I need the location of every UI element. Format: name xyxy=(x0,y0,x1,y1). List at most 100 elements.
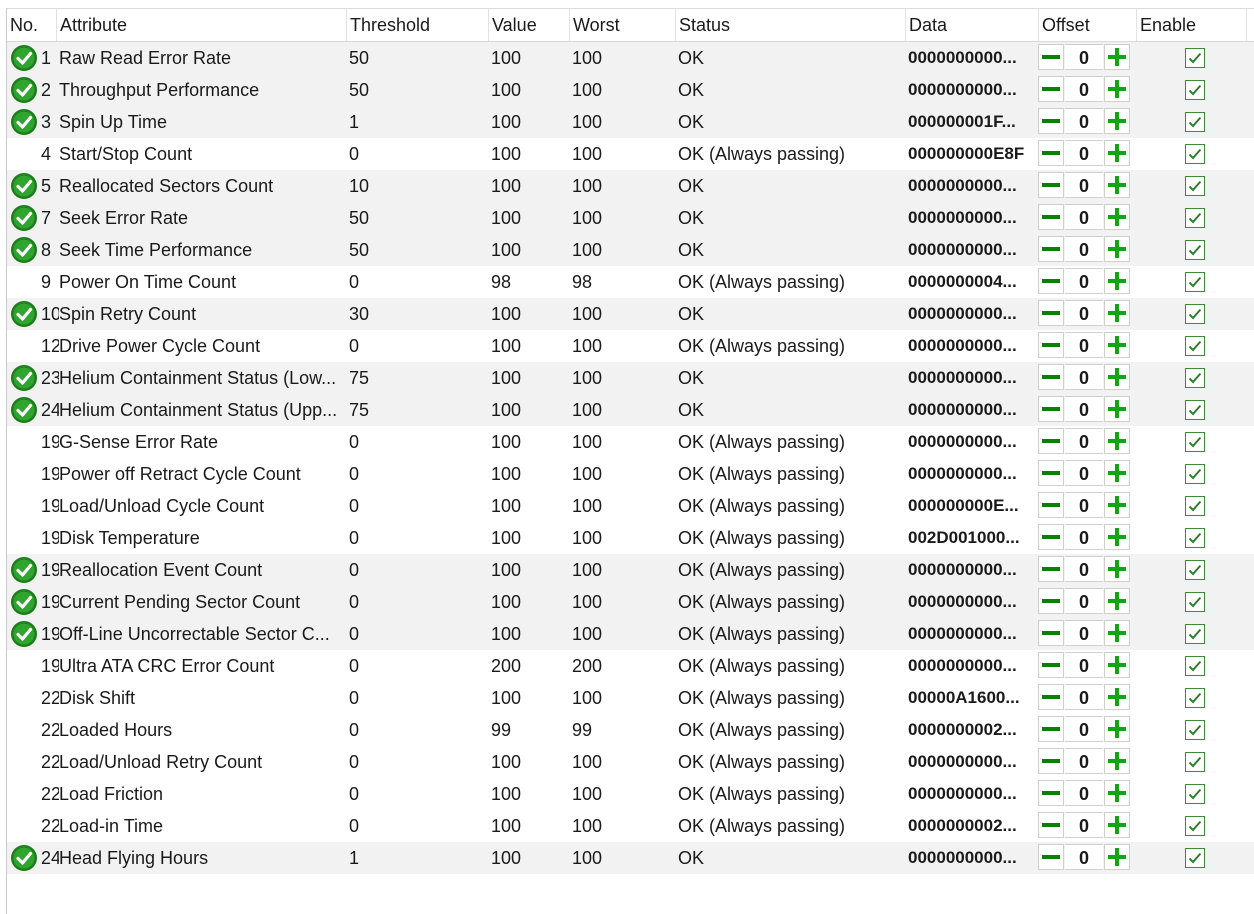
plus-icon[interactable] xyxy=(1104,812,1130,838)
plus-icon[interactable] xyxy=(1104,268,1130,294)
column-header-data[interactable]: Data xyxy=(906,9,1039,41)
column-header-status[interactable]: Status xyxy=(676,9,906,41)
minus-icon[interactable] xyxy=(1038,236,1064,262)
table-row[interactable]: 19 Off-Line Uncorrectable Sector C... 0 … xyxy=(7,618,1254,650)
table-row[interactable]: 19 G-Sense Error Rate 0 100 100 OK (Alwa… xyxy=(7,426,1254,458)
offset-value[interactable]: 0 xyxy=(1065,492,1103,518)
minus-icon[interactable] xyxy=(1038,812,1064,838)
checkbox-checked-icon[interactable] xyxy=(1185,720,1205,740)
plus-icon[interactable] xyxy=(1104,236,1130,262)
checkbox-checked-icon[interactable] xyxy=(1185,48,1205,68)
checkbox-checked-icon[interactable] xyxy=(1185,816,1205,836)
table-row[interactable]: 22 Load-in Time 0 100 100 OK (Always pas… xyxy=(7,810,1254,842)
minus-icon[interactable] xyxy=(1038,492,1064,518)
plus-icon[interactable] xyxy=(1104,492,1130,518)
offset-value[interactable]: 0 xyxy=(1065,44,1103,70)
table-row[interactable]: 19 Disk Temperature 0 100 100 OK (Always… xyxy=(7,522,1254,554)
plus-icon[interactable] xyxy=(1104,588,1130,614)
column-header-threshold[interactable]: Threshold xyxy=(347,9,489,41)
enable-checkbox[interactable] xyxy=(1183,394,1209,426)
minus-icon[interactable] xyxy=(1038,524,1064,550)
plus-icon[interactable] xyxy=(1104,76,1130,102)
minus-icon[interactable] xyxy=(1038,172,1064,198)
table-row[interactable]: 7 Seek Error Rate 50 100 100 OK 00000000… xyxy=(7,202,1254,234)
table-row[interactable]: 9 Power On Time Count 0 98 98 OK (Always… xyxy=(7,266,1254,298)
checkbox-checked-icon[interactable] xyxy=(1185,496,1205,516)
offset-value[interactable]: 0 xyxy=(1065,844,1103,870)
plus-icon[interactable] xyxy=(1104,428,1130,454)
offset-value[interactable]: 0 xyxy=(1065,76,1103,102)
minus-icon[interactable] xyxy=(1038,684,1064,710)
checkbox-checked-icon[interactable] xyxy=(1185,752,1205,772)
minus-icon[interactable] xyxy=(1038,268,1064,294)
offset-value[interactable]: 0 xyxy=(1065,140,1103,166)
plus-icon[interactable] xyxy=(1104,204,1130,230)
plus-icon[interactable] xyxy=(1104,780,1130,806)
plus-icon[interactable] xyxy=(1104,652,1130,678)
minus-icon[interactable] xyxy=(1038,204,1064,230)
minus-icon[interactable] xyxy=(1038,300,1064,326)
checkbox-checked-icon[interactable] xyxy=(1185,528,1205,548)
checkbox-checked-icon[interactable] xyxy=(1185,176,1205,196)
offset-value[interactable]: 0 xyxy=(1065,748,1103,774)
minus-icon[interactable] xyxy=(1038,332,1064,358)
checkbox-checked-icon[interactable] xyxy=(1185,336,1205,356)
plus-icon[interactable] xyxy=(1104,396,1130,422)
enable-checkbox[interactable] xyxy=(1183,74,1209,106)
offset-value[interactable]: 0 xyxy=(1065,268,1103,294)
checkbox-checked-icon[interactable] xyxy=(1185,688,1205,708)
plus-icon[interactable] xyxy=(1104,172,1130,198)
table-row[interactable]: 19 Reallocation Event Count 0 100 100 OK… xyxy=(7,554,1254,586)
offset-value[interactable]: 0 xyxy=(1065,236,1103,262)
offset-value[interactable]: 0 xyxy=(1065,652,1103,678)
column-header-value[interactable]: Value xyxy=(489,9,570,41)
offset-value[interactable]: 0 xyxy=(1065,588,1103,614)
minus-icon[interactable] xyxy=(1038,652,1064,678)
checkbox-checked-icon[interactable] xyxy=(1185,784,1205,804)
plus-icon[interactable] xyxy=(1104,332,1130,358)
table-row[interactable]: 12 Drive Power Cycle Count 0 100 100 OK … xyxy=(7,330,1254,362)
offset-value[interactable]: 0 xyxy=(1065,428,1103,454)
plus-icon[interactable] xyxy=(1104,620,1130,646)
column-header-no[interactable]: No. xyxy=(7,9,57,41)
minus-icon[interactable] xyxy=(1038,44,1064,70)
offset-value[interactable]: 0 xyxy=(1065,300,1103,326)
plus-icon[interactable] xyxy=(1104,300,1130,326)
checkbox-checked-icon[interactable] xyxy=(1185,240,1205,260)
plus-icon[interactable] xyxy=(1104,524,1130,550)
enable-checkbox[interactable] xyxy=(1183,554,1209,586)
enable-checkbox[interactable] xyxy=(1183,362,1209,394)
enable-checkbox[interactable] xyxy=(1183,778,1209,810)
enable-checkbox[interactable] xyxy=(1183,714,1209,746)
table-row[interactable]: 5 Reallocated Sectors Count 10 100 100 O… xyxy=(7,170,1254,202)
plus-icon[interactable] xyxy=(1104,684,1130,710)
table-row[interactable]: 8 Seek Time Performance 50 100 100 OK 00… xyxy=(7,234,1254,266)
enable-checkbox[interactable] xyxy=(1183,106,1209,138)
minus-icon[interactable] xyxy=(1038,108,1064,134)
checkbox-checked-icon[interactable] xyxy=(1185,624,1205,644)
offset-value[interactable]: 0 xyxy=(1065,556,1103,582)
checkbox-checked-icon[interactable] xyxy=(1185,656,1205,676)
enable-checkbox[interactable] xyxy=(1183,586,1209,618)
table-row[interactable]: 19 Current Pending Sector Count 0 100 10… xyxy=(7,586,1254,618)
table-row[interactable]: 2 Throughput Performance 50 100 100 OK 0… xyxy=(7,74,1254,106)
offset-value[interactable]: 0 xyxy=(1065,812,1103,838)
table-row[interactable]: 1 Raw Read Error Rate 50 100 100 OK 0000… xyxy=(7,42,1254,74)
checkbox-checked-icon[interactable] xyxy=(1185,144,1205,164)
column-header-offset[interactable]: Offset xyxy=(1039,9,1137,41)
plus-icon[interactable] xyxy=(1104,844,1130,870)
minus-icon[interactable] xyxy=(1038,716,1064,742)
offset-value[interactable]: 0 xyxy=(1065,780,1103,806)
minus-icon[interactable] xyxy=(1038,780,1064,806)
minus-icon[interactable] xyxy=(1038,844,1064,870)
enable-checkbox[interactable] xyxy=(1183,426,1209,458)
checkbox-checked-icon[interactable] xyxy=(1185,208,1205,228)
enable-checkbox[interactable] xyxy=(1183,298,1209,330)
minus-icon[interactable] xyxy=(1038,76,1064,102)
plus-icon[interactable] xyxy=(1104,108,1130,134)
enable-checkbox[interactable] xyxy=(1183,138,1209,170)
minus-icon[interactable] xyxy=(1038,396,1064,422)
checkbox-checked-icon[interactable] xyxy=(1185,400,1205,420)
minus-icon[interactable] xyxy=(1038,460,1064,486)
plus-icon[interactable] xyxy=(1104,364,1130,390)
